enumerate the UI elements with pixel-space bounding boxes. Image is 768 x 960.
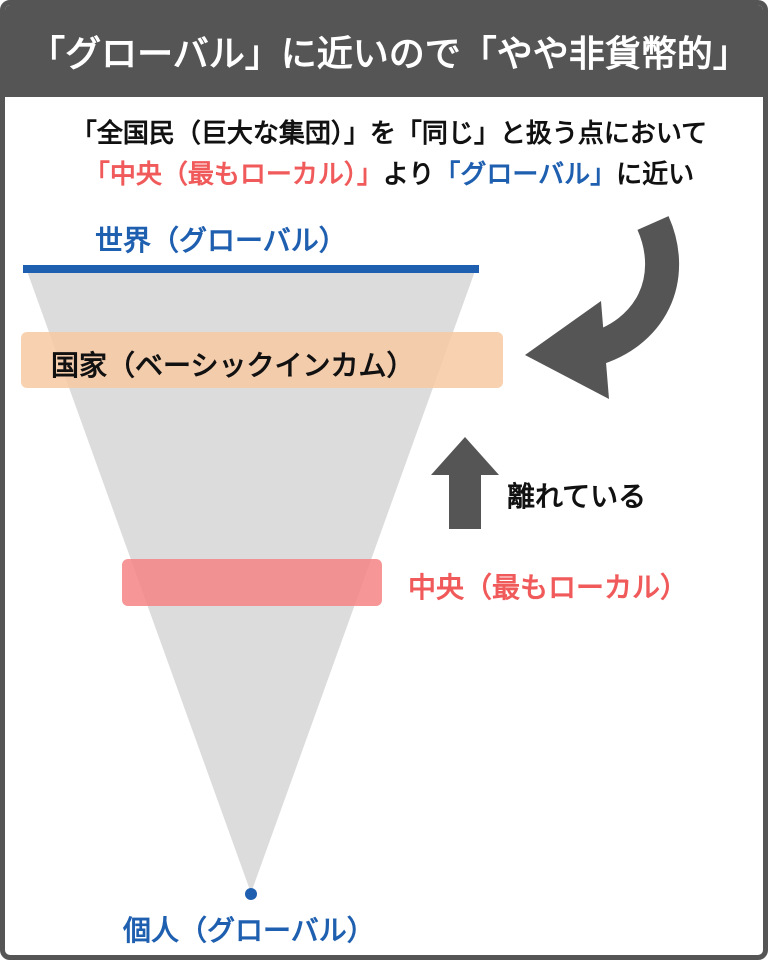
curved-arrow-icon: [525, 216, 679, 399]
nation-band-label: 国家（ベーシックインカム）: [51, 349, 415, 382]
world-label: 世界（グローバル）: [95, 224, 347, 257]
individual-dot: [245, 888, 257, 900]
funnel-diagram: [21, 216, 679, 900]
center-band: [122, 559, 382, 606]
world-line: [23, 265, 479, 273]
infographic-frame: 「グローバル」に近いので「やや非貨幣的」 「全国民（巨大な集団）」を「同じ」と扱…: [0, 0, 768, 960]
up-arrow-icon: [431, 437, 499, 529]
individual-label: 個人（グローバル）: [123, 914, 375, 947]
moving-away-label: 離れている: [507, 480, 647, 513]
center-label: 中央（最もローカル）: [408, 571, 689, 604]
